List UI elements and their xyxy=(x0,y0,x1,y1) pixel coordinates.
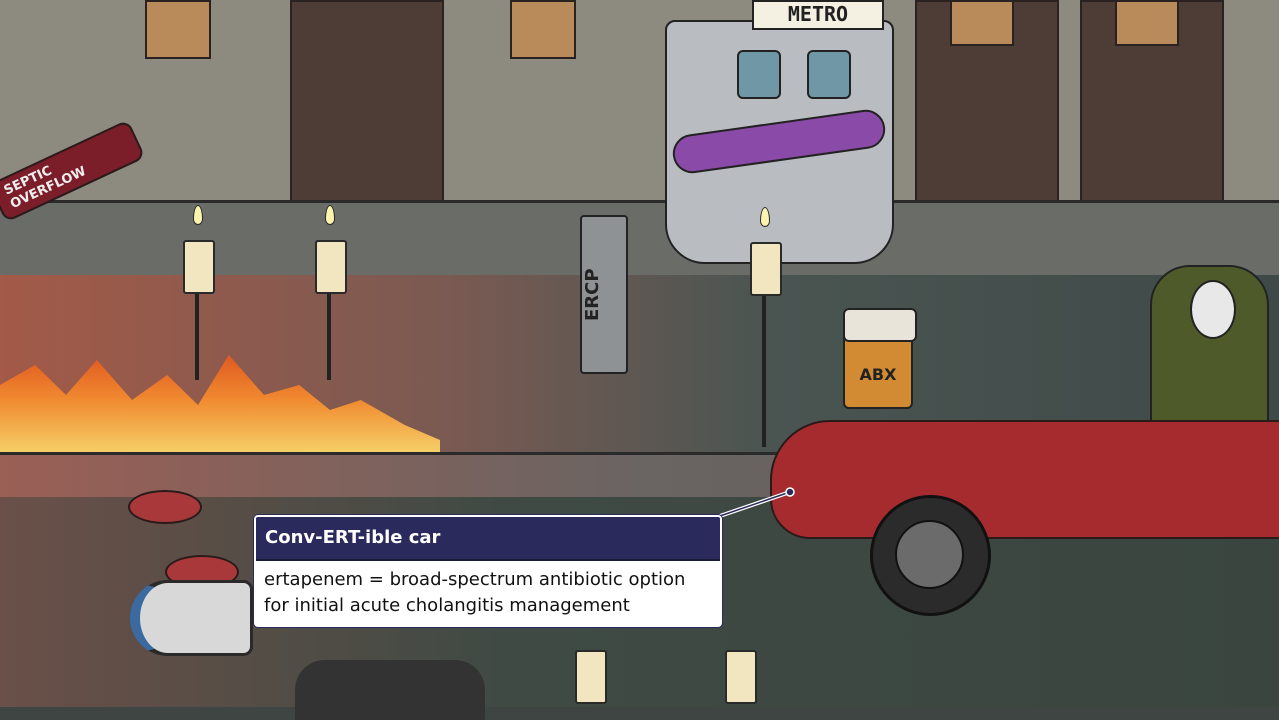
callout-body: ertapenem = broad-spectrum antibiotic op… xyxy=(256,561,720,625)
leader-dot xyxy=(785,487,795,497)
callout-body-line: for initial acute cholangitis management xyxy=(264,595,630,616)
annotation-callout: Conv-ERT-ible car ertapenem = broad-spec… xyxy=(254,515,722,627)
callout-title: Conv-ERT-ible car xyxy=(256,517,720,561)
callout-body-line: ertapenem = broad-spectrum antibiotic op… xyxy=(264,569,686,590)
